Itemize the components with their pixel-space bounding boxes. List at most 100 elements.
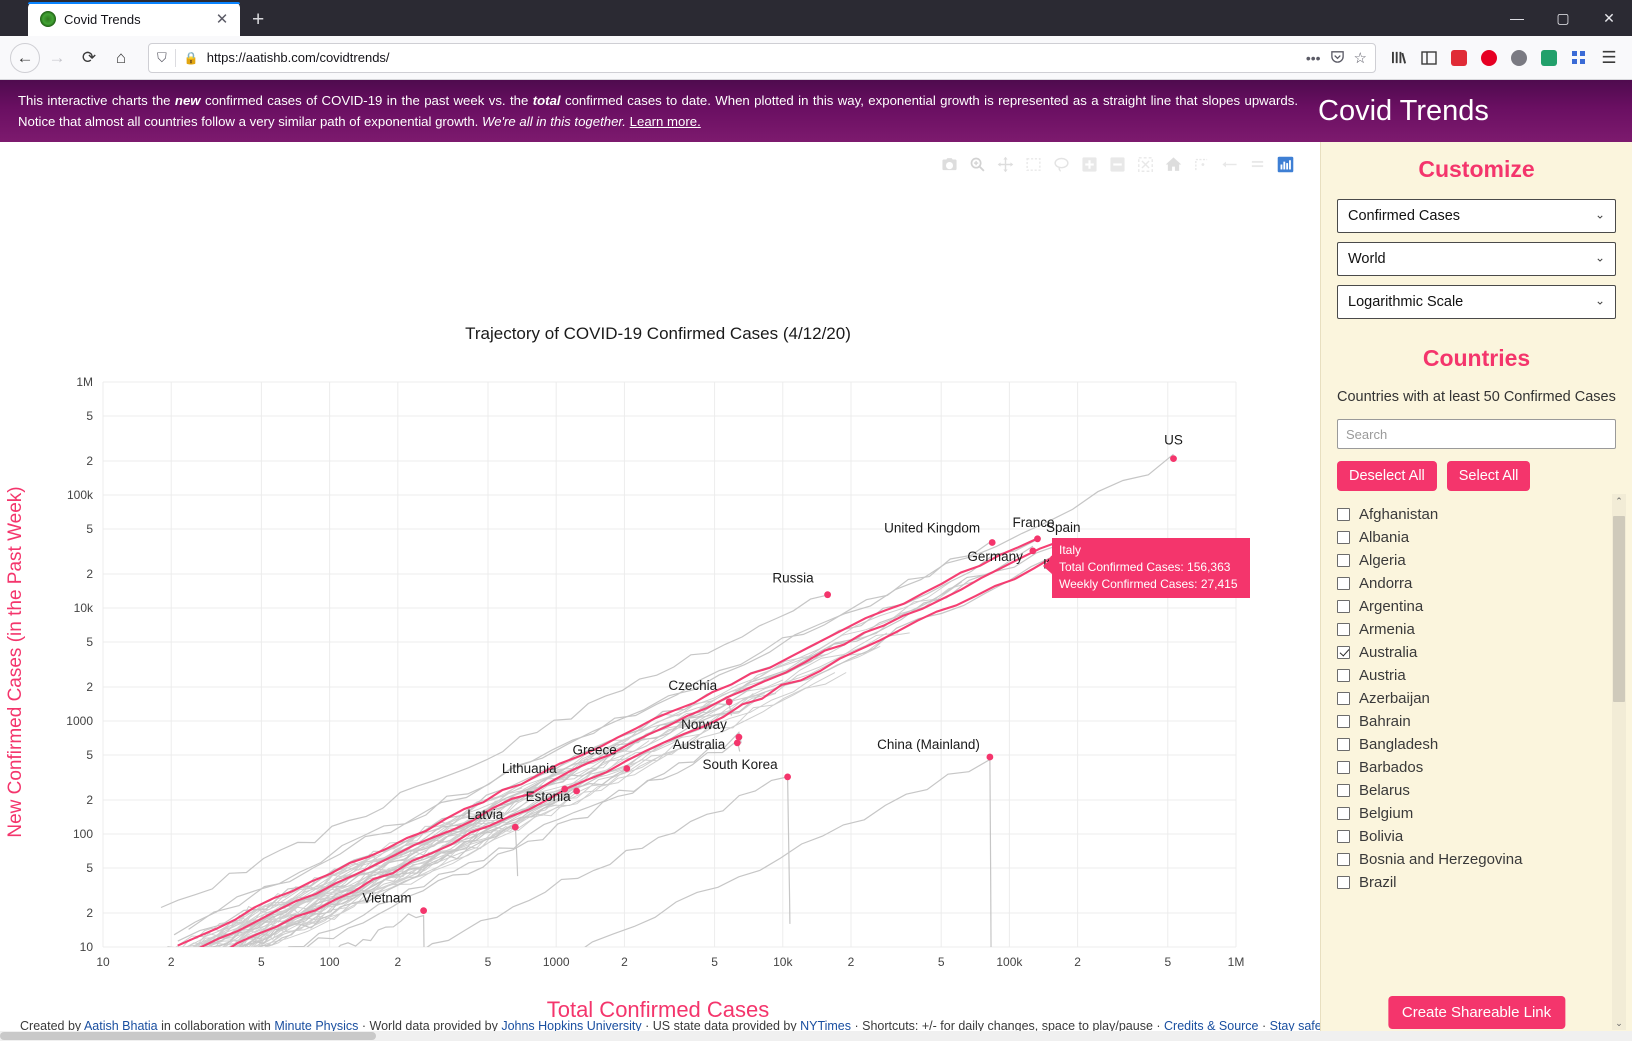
countries-scrollbar[interactable]: ⌃ ⌄ — [1612, 494, 1626, 1030]
metric-select-value: Confirmed Cases — [1348, 208, 1461, 224]
pocket-icon[interactable] — [1330, 49, 1345, 67]
annotation-label: Spain — [1046, 520, 1081, 535]
forward-icon[interactable]: → — [42, 43, 72, 73]
data-point-germany[interactable] — [1029, 547, 1037, 555]
data-point-russia[interactable] — [824, 591, 831, 599]
country-checkbox[interactable] — [1337, 508, 1350, 521]
page-horizontal-scrollbar[interactable] — [0, 1031, 1632, 1041]
extension-red-icon[interactable] — [1446, 45, 1472, 71]
data-point-france[interactable] — [1034, 535, 1041, 543]
country-item-brazil[interactable]: Brazil — [1337, 871, 1616, 894]
data-point-latvia[interactable] — [511, 823, 519, 831]
country-trajectory-australia[interactable] — [154, 739, 741, 1012]
x-tick-label: 2 — [848, 955, 855, 969]
create-shareable-link-button[interactable]: Create Shareable Link — [1387, 996, 1566, 1029]
country-checkbox[interactable] — [1337, 853, 1350, 866]
data-point-estonia[interactable] — [573, 787, 580, 795]
scale-select[interactable]: Logarithmic Scale ⌄ — [1337, 285, 1616, 319]
library-icon[interactable] — [1386, 45, 1412, 71]
country-checkbox[interactable] — [1337, 600, 1350, 613]
country-checkbox[interactable] — [1337, 784, 1350, 797]
annotation-label: China (Mainland) — [877, 737, 980, 752]
lock-icon: 🔒 — [183, 50, 199, 65]
data-point-australia[interactable] — [733, 739, 741, 747]
country-item-bolivia[interactable]: Bolivia — [1337, 825, 1616, 848]
minimize-button[interactable]: — — [1494, 0, 1540, 36]
scroll-down-icon[interactable]: ⌄ — [1612, 1016, 1626, 1030]
data-point-greece[interactable] — [623, 765, 631, 772]
country-checkbox[interactable] — [1337, 692, 1350, 705]
country-item-andorra[interactable]: Andorra — [1337, 572, 1616, 595]
search-input[interactable] — [1337, 419, 1616, 449]
account-icon[interactable] — [1506, 45, 1532, 71]
country-item-austria[interactable]: Austria — [1337, 664, 1616, 687]
address-bar[interactable]: ⛉ 🔒 https://aatishb.com/covidtrends/ •••… — [148, 42, 1376, 73]
x-tick-label: 5 — [711, 955, 718, 969]
learn-more-link[interactable]: Learn more. — [630, 114, 701, 129]
new-tab-button[interactable]: + — [252, 9, 264, 30]
country-checkbox[interactable] — [1337, 876, 1350, 889]
bookmark-star-icon[interactable]: ☆ — [1354, 49, 1367, 67]
country-item-albania[interactable]: Albania — [1337, 526, 1616, 549]
back-icon[interactable]: ← — [10, 42, 40, 73]
country-item-barbados[interactable]: Barbados — [1337, 756, 1616, 779]
data-point-norway[interactable] — [735, 733, 743, 741]
data-point-czechia[interactable] — [725, 698, 733, 706]
country-checkbox[interactable] — [1337, 830, 1350, 843]
country-checkbox[interactable] — [1337, 738, 1350, 751]
country-checkbox[interactable] — [1337, 577, 1350, 590]
country-item-azerbaijan[interactable]: Azerbaijan — [1337, 687, 1616, 710]
country-checkbox[interactable] — [1337, 646, 1350, 659]
menu-icon[interactable]: ☰ — [1596, 45, 1622, 71]
country-checkbox[interactable] — [1337, 715, 1350, 728]
country-checkbox[interactable] — [1337, 669, 1350, 682]
extension-green-icon[interactable] — [1536, 45, 1562, 71]
select-all-button[interactable]: Select All — [1446, 461, 1531, 491]
country-checkbox[interactable] — [1337, 531, 1350, 544]
scroll-up-icon[interactable]: ⌃ — [1612, 494, 1626, 508]
y-tick-label: 100k — [67, 488, 94, 502]
data-point-united-kingdom[interactable] — [988, 539, 996, 546]
country-checkbox[interactable] — [1337, 761, 1350, 774]
highlighted-trajectory[interactable] — [179, 555, 1054, 974]
close-icon[interactable]: ✕ — [212, 10, 232, 28]
data-point-south-korea[interactable] — [784, 773, 791, 781]
country-checkbox[interactable] — [1337, 623, 1350, 636]
data-point-vietnam[interactable] — [420, 907, 427, 914]
apps-grid-icon[interactable] — [1566, 45, 1592, 71]
country-item-algeria[interactable]: Algeria — [1337, 549, 1616, 572]
country-checkbox[interactable] — [1337, 807, 1350, 820]
reload-icon[interactable]: ⟳ — [74, 43, 104, 73]
sidebar-icon[interactable] — [1416, 45, 1442, 71]
country-item-argentina[interactable]: Argentina — [1337, 595, 1616, 618]
customize-sidebar: Customize Confirmed Cases ⌄ World ⌄ Loga… — [1320, 142, 1632, 1041]
window-close-button[interactable]: ✕ — [1586, 0, 1632, 36]
country-trajectory-latvia[interactable] — [136, 823, 519, 1008]
country-trajectory-china-mainland-[interactable] — [174, 758, 992, 1013]
country-item-australia[interactable]: Australia — [1337, 641, 1616, 664]
y-tick-label: 10 — [80, 940, 94, 954]
browser-tab[interactable]: Covid Trends ✕ — [28, 2, 240, 36]
metric-select[interactable]: Confirmed Cases ⌄ — [1337, 199, 1616, 233]
country-item-belarus[interactable]: Belarus — [1337, 779, 1616, 802]
shield-icon[interactable]: ⛉ — [157, 50, 167, 66]
country-checkbox[interactable] — [1337, 554, 1350, 567]
country-item-afghanistan[interactable]: Afghanistan — [1337, 503, 1616, 526]
main-content: Trajectory of COVID-19 Confirmed Cases (… — [0, 142, 1632, 1041]
country-item-bosnia-and-herzegovina[interactable]: Bosnia and Herzegovina — [1337, 848, 1616, 871]
country-item-belgium[interactable]: Belgium — [1337, 802, 1616, 825]
country-item-armenia[interactable]: Armenia — [1337, 618, 1616, 641]
pinterest-icon[interactable] — [1476, 45, 1502, 71]
selection-buttons: Deselect All Select All — [1337, 461, 1616, 491]
deselect-all-button[interactable]: Deselect All — [1337, 461, 1437, 491]
home-icon[interactable]: ⌂ — [106, 43, 136, 73]
country-item-bangladesh[interactable]: Bangladesh — [1337, 733, 1616, 756]
data-point-us[interactable] — [1170, 455, 1177, 462]
maximize-button[interactable]: ▢ — [1540, 0, 1586, 36]
page-actions-icon[interactable]: ••• — [1306, 50, 1321, 66]
scrollbar-thumb[interactable] — [1613, 516, 1625, 702]
region-select[interactable]: World ⌄ — [1337, 242, 1616, 276]
country-item-bahrain[interactable]: Bahrain — [1337, 710, 1616, 733]
page-scrollbar-thumb[interactable] — [0, 1032, 376, 1040]
data-point-china-mainland-[interactable] — [986, 753, 994, 761]
